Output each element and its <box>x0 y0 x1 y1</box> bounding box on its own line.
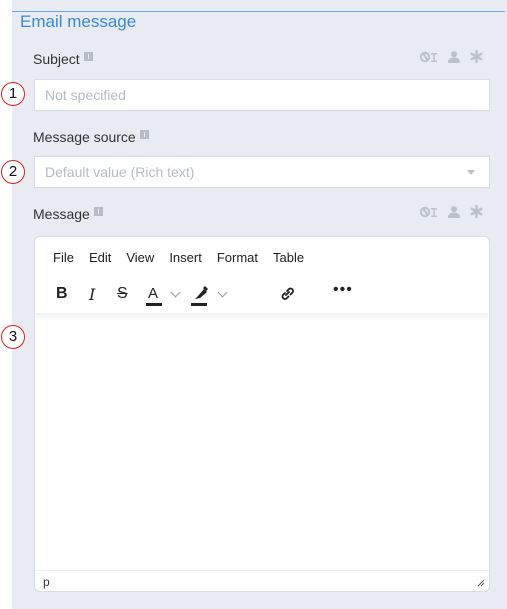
message-label: Message <box>33 206 103 222</box>
menu-insert[interactable]: Insert <box>169 250 202 265</box>
chevron-down-icon[interactable] <box>170 287 181 298</box>
callout-3: 3 <box>1 325 25 349</box>
info-icon[interactable] <box>139 130 149 139</box>
more-button[interactable]: ••• <box>333 281 353 301</box>
subject-field-icons <box>420 50 483 63</box>
text-color-letter: A <box>148 285 159 302</box>
text-color-button[interactable]: A <box>146 285 181 306</box>
section-title: Email message <box>20 12 137 31</box>
link-button[interactable] <box>279 285 296 305</box>
editor-statusbar: p <box>35 570 489 591</box>
editor-toolbar: B I S A ••• <box>53 281 473 306</box>
message-source-select[interactable]: Default value (Rich text) <box>34 156 490 188</box>
highlighter-icon <box>195 286 208 299</box>
chevron-down-icon[interactable] <box>467 170 475 175</box>
editor-content[interactable] <box>35 321 489 569</box>
message-source-value: Default value (Rich text) <box>45 164 195 180</box>
bold-button[interactable]: B <box>56 285 68 305</box>
asterisk-icon[interactable] <box>470 50 483 63</box>
message-label-text: Message <box>33 206 90 222</box>
element-path[interactable]: p <box>43 575 50 589</box>
subject-input[interactable]: Not specified <box>34 79 490 111</box>
menu-file[interactable]: File <box>53 250 74 265</box>
resize-handle-icon[interactable] <box>477 579 485 587</box>
message-field-icons <box>420 205 483 218</box>
callout-2: 2 <box>1 160 25 184</box>
message-source-label: Message source <box>33 129 149 145</box>
highlight-color-swatch <box>191 303 207 306</box>
italic-button[interactable]: I <box>89 285 95 305</box>
asterisk-icon[interactable] <box>470 205 483 218</box>
menu-view[interactable]: View <box>126 250 154 265</box>
highlight-color-button[interactable] <box>191 285 228 306</box>
strikethrough-button[interactable]: S <box>117 285 128 305</box>
user-icon[interactable] <box>448 205 460 218</box>
editor-menubar: File Edit View Insert Format Table <box>53 250 304 265</box>
menu-edit[interactable]: Edit <box>89 250 111 265</box>
rich-text-editor: File Edit View Insert Format Table B I S… <box>34 236 490 592</box>
subject-label: Subject <box>33 51 93 67</box>
user-icon[interactable] <box>448 50 460 63</box>
toolbar-divider <box>36 313 488 321</box>
menu-table[interactable]: Table <box>273 250 304 265</box>
lock-text-icon[interactable] <box>420 51 438 63</box>
callout-1: 1 <box>1 82 25 106</box>
chevron-down-icon[interactable] <box>217 287 228 298</box>
link-icon <box>281 287 294 300</box>
info-icon[interactable] <box>83 52 93 61</box>
menu-format[interactable]: Format <box>217 250 258 265</box>
info-icon[interactable] <box>93 207 103 216</box>
message-source-label-text: Message source <box>33 129 136 145</box>
subject-label-text: Subject <box>33 51 80 67</box>
lock-text-icon[interactable] <box>420 206 438 218</box>
text-color-swatch <box>146 303 162 306</box>
